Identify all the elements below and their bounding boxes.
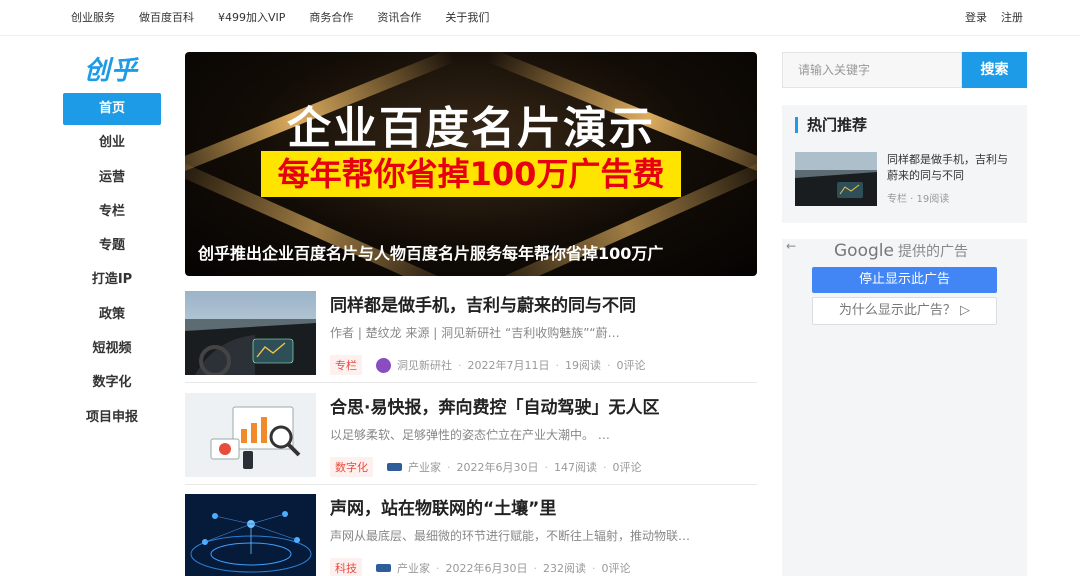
article-reads: 232阅读 [543,562,586,575]
meta-separator: · [607,358,611,372]
side-nav-item-project[interactable]: 项目申报 [63,402,161,434]
article-reads: 19阅读 [565,359,601,372]
article-date: 2022年6月30日 [456,461,539,474]
ad-panel: ← Google 提供的广告 停止显示此广告 为什么显示此广告？ ▷ [782,239,1027,576]
top-nav-link-business[interactable]: 商务合作 [309,9,353,25]
article-meta: 专栏 洞见新研社 · 2022年7月11日 · 19阅读 · 0评论 [330,355,646,375]
hot-recommend-heading: 热门推荐 [795,117,867,133]
top-nav-link-baike[interactable]: 做百度百科 [139,9,194,25]
source-avatar-icon [376,357,391,373]
article-excerpt: 声网从最底层、最细微的环节进行赋能，不断往上辐射，推动物联… [330,529,691,543]
meta-separator: · [458,358,462,372]
side-nav-item-policy[interactable]: 政策 [63,299,161,331]
why-ad-button[interactable]: 为什么显示此广告？ ▷ [812,297,997,325]
side-nav-item-topic[interactable]: 专题 [63,230,161,262]
article-title[interactable]: 同样都是做手机，吉利与蔚来的同与不同 [330,291,636,316]
register-link[interactable]: 注册 [1001,9,1023,25]
ad-provided-text: 提供的广告 [897,244,968,260]
side-nav: 首页 创业 运营 专栏 专题 打造IP 政策 短视频 数字化 项目申报 [63,93,161,436]
hero-caption[interactable]: 创乎推出企业百度名片与人物百度名片服务每年帮你省掉100万广 [198,240,663,264]
article-source[interactable]: 产业家 [397,560,430,576]
hot-item-thumbnail[interactable] [795,152,877,206]
article-item[interactable]: 声网，站在物联网的“土壤”里 声网从最底层、最细微的环节进行赋能，不断往上辐射，… [185,494,757,576]
side-nav-item-column[interactable]: 专栏 [63,196,161,228]
meta-separator: · [533,561,538,575]
stop-ad-button[interactable]: 停止显示此广告 [812,267,997,293]
article-title[interactable]: 合思·易快报，奔向费控「自动驾驶」无人区 [330,393,659,418]
hot-item-title[interactable]: 同样都是做手机，吉利与蔚来的同与不同 [887,152,1017,184]
meta-separator: · [436,561,440,575]
article-thumbnail[interactable] [185,393,316,477]
side-nav-item-operation[interactable]: 运营 [63,162,161,194]
article-category-tag[interactable]: 科技 [330,558,362,576]
side-nav-item-ip[interactable]: 打造IP [63,264,161,296]
meta-separator: · [603,460,607,474]
google-wordmark: Google [834,241,894,261]
site-logo[interactable]: 创乎 [84,50,138,87]
article-item[interactable]: 同样都是做手机，吉利与蔚来的同与不同 作者 | 楚纹龙 来源 | 洞见新研社 “… [185,291,757,383]
search-input[interactable]: 请输入关键字 [782,52,962,88]
article-title[interactable]: 声网，站在物联网的“土壤”里 [330,494,556,519]
article-thumbnail[interactable] [185,291,316,375]
source-logo-icon [387,463,402,471]
login-link[interactable]: 登录 [965,9,987,25]
hero-subheadline: 每年帮你省掉100万广告费 [277,155,665,193]
back-arrow-icon[interactable]: ← [786,239,796,253]
meta-separator: · [544,460,549,474]
hot-item-meta: 专栏 · 19阅读 [887,194,950,205]
article-category-tag[interactable]: 专栏 [330,355,362,375]
top-nav-link-news-coop[interactable]: 资讯合作 [377,9,421,25]
top-bar: 创业服务 做百度百科 ¥499加入VIP 商务合作 资讯合作 关于我们 登录 注… [0,0,1080,36]
top-nav: 创业服务 做百度百科 ¥499加入VIP 商务合作 资讯合作 关于我们 [71,0,513,34]
article-source[interactable]: 产业家 [408,459,441,475]
article-excerpt: 以足够柔软、足够弹性的姿态伫立在产业大潮中。 … [330,428,610,442]
article-reads: 147阅读 [554,461,597,474]
meta-separator: · [555,358,560,372]
article-category-tag[interactable]: 数字化 [330,457,373,477]
hero-banner[interactable]: 企业百度名片演示 每年帮你省掉100万广告费 创乎推出企业百度名片与人物百度名片… [185,52,757,276]
article-comments: 0评论 [612,461,642,474]
article-excerpt: 作者 | 楚纹龙 来源 | 洞见新研社 “吉利收购魅族”“蔚… [330,326,620,340]
side-nav-item-home[interactable]: 首页 [63,93,161,125]
search-button[interactable]: 搜索 [962,52,1027,88]
hero-highlight-box: 每年帮你省掉100万广告费 [261,151,681,197]
top-nav-link-startup-service[interactable]: 创业服务 [71,9,115,25]
source-logo-icon [376,564,391,572]
article-date: 2022年7月11日 [467,359,550,372]
auth-links: 登录 注册 [951,0,1023,34]
article-item[interactable]: 合思·易快报，奔向费控「自动驾驶」无人区 以足够柔软、足够弹性的姿态伫立在产业大… [185,393,757,485]
article-thumbnail[interactable] [185,494,316,576]
meta-separator: · [592,561,596,575]
top-nav-link-about[interactable]: 关于我们 [445,9,489,25]
article-comments: 0评论 [616,359,646,372]
article-source[interactable]: 洞见新研社 [397,357,452,373]
hot-recommend-panel: 热门推荐 同样都是做手机，吉利与蔚来的同与不同 专栏 · 19阅读 [782,105,1027,223]
hero-headline: 企业百度名片演示 [287,103,655,154]
top-nav-link-vip[interactable]: ¥499加入VIP [218,9,285,25]
meta-separator: · [447,460,451,474]
side-nav-item-digital[interactable]: 数字化 [63,367,161,399]
article-date: 2022年6月30日 [445,562,528,575]
side-nav-item-short-video[interactable]: 短视频 [63,333,161,365]
google-ad-label: Google 提供的广告 [834,241,968,261]
article-meta: 数字化 产业家 · 2022年6月30日 · 147阅读 · 0评论 [330,457,642,477]
article-meta: 科技 产业家 · 2022年6月30日 · 232阅读 · 0评论 [330,558,631,576]
side-nav-item-startup[interactable]: 创业 [63,127,161,159]
article-comments: 0评论 [601,562,631,575]
